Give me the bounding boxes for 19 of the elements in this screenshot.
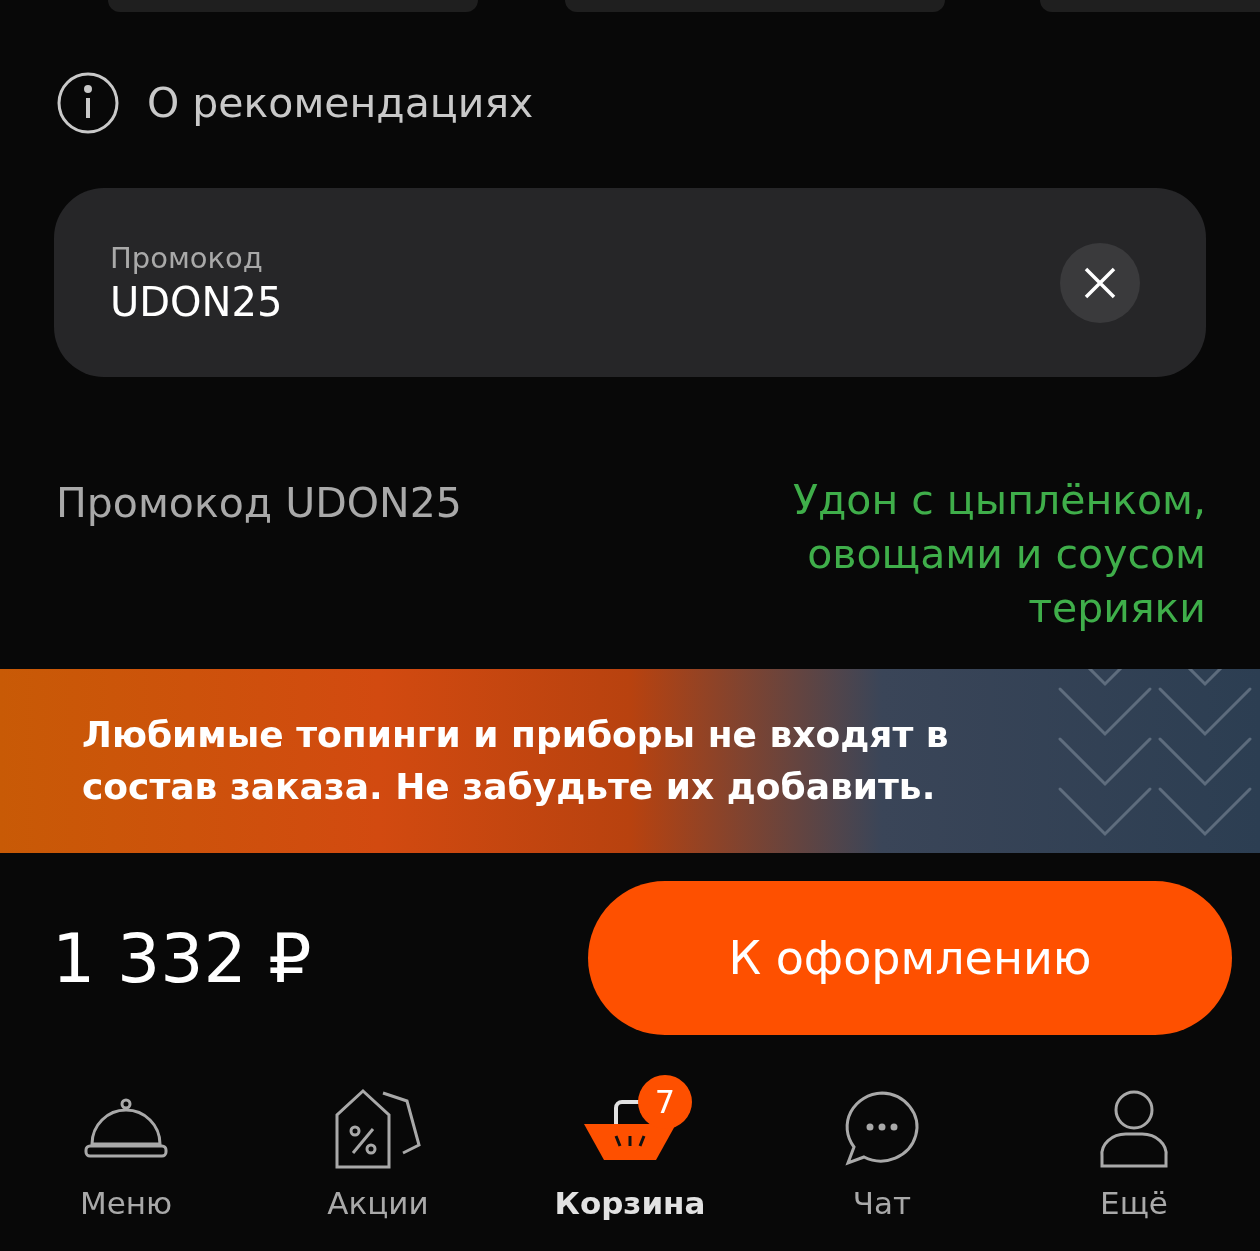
cloche-icon	[84, 1098, 168, 1160]
info-icon[interactable]	[57, 72, 119, 134]
promo-code-text: Промокод UDON25	[56, 479, 462, 529]
nav-tab[interactable]: Чат	[756, 1071, 1008, 1221]
count-badge: 7	[638, 1075, 692, 1129]
field-value[interactable]: UDON25	[110, 278, 710, 325]
banner-text: Любимые топинги и приборы не входят в состав заказа. Не забудьте их добавить.	[82, 713, 950, 809]
nav-tab[interactable]: 7 Корзина	[504, 1071, 756, 1221]
price-tag-icon	[333, 1087, 423, 1171]
promo-code-field[interactable]: Промокод UDON25	[54, 188, 1206, 377]
nav-tab[interactable]: Ещё	[1008, 1071, 1260, 1221]
gift-text: Удон с цыплёнком, овощами и соусом терияки	[792, 475, 1206, 634]
field-label: Промокод	[110, 240, 264, 275]
nav-tab[interactable]: Акции	[252, 1071, 504, 1221]
nav-tab[interactable]: Меню	[0, 1071, 252, 1221]
close-icon	[1084, 266, 1116, 299]
info-link[interactable]: О рекомендациях	[147, 79, 534, 127]
order-total: 1 332 ₽	[52, 918, 312, 998]
user-icon	[1098, 1088, 1170, 1170]
